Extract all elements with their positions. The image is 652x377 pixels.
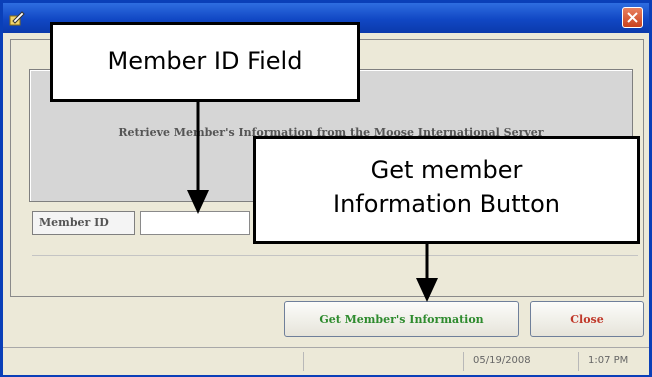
callout-line-1: Get member (370, 156, 523, 184)
get-info-button-callout: Get member Information Button (253, 136, 640, 244)
member-id-field-callout: Member ID Field (50, 22, 360, 102)
member-id-arrowhead (187, 190, 209, 214)
get-info-arrowhead (416, 278, 438, 302)
callout-line-2: Information Button (333, 190, 560, 218)
